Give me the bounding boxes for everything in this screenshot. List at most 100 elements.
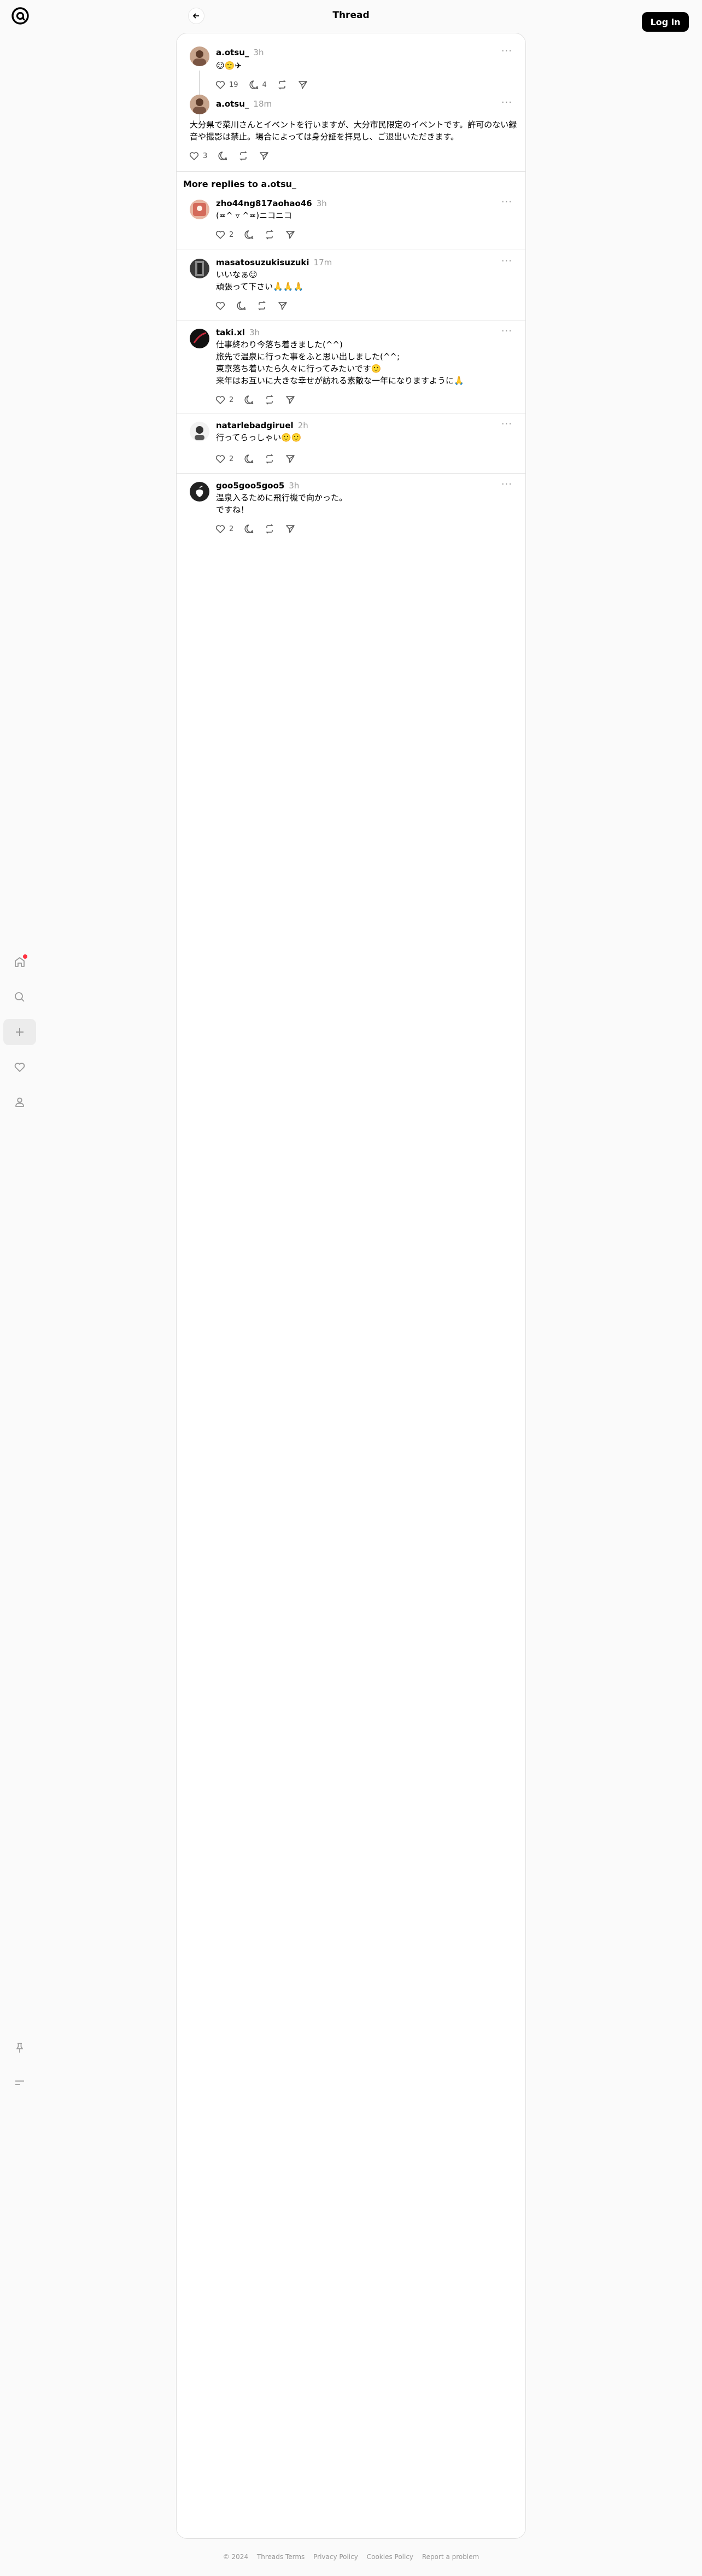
create-icon (16, 1028, 24, 1036)
repost-button[interactable] (264, 229, 275, 240)
top-bar: Thread Log in (0, 0, 702, 33)
like-count: 19 (229, 80, 238, 89)
username[interactable]: masatosuzukisuzuki (216, 258, 309, 267)
heart-icon (215, 455, 225, 463)
comment-icon (249, 80, 258, 89)
search-icon (15, 992, 25, 1002)
repost-button[interactable] (256, 300, 267, 311)
copyright: © 2024 (223, 2553, 249, 2561)
post-actions: 2 (215, 229, 306, 240)
reply-button[interactable] (217, 150, 228, 161)
more-options-icon[interactable]: ··· (501, 97, 512, 108)
footer-link-cookies[interactable]: Cookies Policy (367, 2553, 413, 2561)
more-options-icon[interactable]: ··· (501, 196, 512, 208)
share-button[interactable] (285, 453, 296, 464)
avatar[interactable] (190, 95, 209, 114)
footer-link-privacy[interactable]: Privacy Policy (313, 2553, 358, 2561)
like-button[interactable]: 2 (215, 229, 233, 240)
reply-button[interactable] (243, 229, 254, 240)
send-icon (278, 302, 287, 310)
like-button[interactable]: 2 (215, 453, 233, 464)
nav-search[interactable] (3, 984, 36, 1010)
repost-button[interactable] (277, 79, 288, 90)
post-text: 仕事終わり今落ち着きました(^^) 旅先で温泉に行った事をふと思い出しました(^… (216, 340, 464, 386)
share-button[interactable] (285, 229, 296, 240)
footer-link-terms[interactable]: Threads Terms (257, 2553, 305, 2561)
repost-icon (266, 454, 274, 464)
post-text: (≖^ ▿ ^≖)ニコニコ (216, 211, 292, 220)
username[interactable]: zho44ng817aohao46 (216, 199, 312, 208)
repost-button[interactable] (238, 150, 249, 161)
username[interactable]: natarlebadgiruel (216, 421, 294, 430)
repost-icon (266, 524, 274, 534)
comment-icon (244, 454, 254, 463)
like-count: 3 (203, 151, 208, 160)
reply-button[interactable] (243, 453, 254, 464)
reply-button[interactable] (243, 523, 254, 534)
nav-menu[interactable] (3, 2070, 36, 2096)
username[interactable]: taki.xl (216, 328, 245, 337)
repost-button[interactable] (264, 453, 275, 464)
more-options-icon[interactable]: ··· (501, 255, 512, 267)
share-button[interactable] (277, 300, 288, 311)
reply-button[interactable] (243, 394, 254, 405)
post-actions: 3 (189, 150, 279, 161)
like-button[interactable]: 19 (215, 79, 238, 90)
heart-icon (215, 396, 225, 404)
like-button[interactable]: 3 (189, 150, 207, 161)
reply-button[interactable] (236, 300, 247, 311)
like-button[interactable]: 2 (215, 394, 233, 405)
footer-link-report[interactable]: Report a problem (422, 2553, 479, 2561)
post-actions (215, 300, 298, 311)
nav-activity[interactable] (3, 1054, 36, 1080)
menu-icon (15, 2080, 24, 2085)
activity-heart-icon (14, 1063, 25, 1072)
avatar-photo-icon (190, 46, 209, 66)
more-options-icon[interactable]: ··· (501, 479, 512, 490)
more-options-icon[interactable]: ··· (501, 418, 512, 430)
nav-profile[interactable] (3, 1089, 36, 1115)
heart-icon (215, 302, 225, 310)
nav-pin[interactable] (3, 2035, 36, 2061)
comment-icon (244, 524, 254, 533)
more-options-icon[interactable]: ··· (501, 325, 512, 337)
like-count: 2 (229, 230, 234, 239)
timestamp: 2h (297, 421, 308, 430)
send-icon (286, 396, 295, 404)
repost-button[interactable] (264, 523, 275, 534)
nav-home[interactable] (3, 949, 36, 975)
share-button[interactable] (297, 79, 308, 90)
share-button[interactable] (285, 394, 296, 405)
share-button[interactable] (259, 150, 270, 161)
comment-icon (237, 301, 246, 310)
avatar[interactable] (190, 259, 209, 278)
avatar[interactable] (190, 422, 209, 441)
username[interactable]: a.otsu_ (216, 99, 249, 109)
heart-icon (215, 525, 225, 533)
timestamp: 3h (249, 328, 260, 337)
like-count: 2 (229, 454, 234, 463)
footer: © 2024 Threads Terms Privacy Policy Cook… (0, 2553, 702, 2561)
like-button[interactable] (215, 300, 226, 311)
post-actions: 2 (215, 523, 306, 534)
avatar-photo-icon (190, 95, 209, 114)
repost-button[interactable] (264, 394, 275, 405)
post-header: goo5goo5goo5 3h (216, 481, 299, 491)
avatar[interactable] (190, 46, 209, 66)
post-header: zho44ng817aohao46 3h (216, 199, 327, 208)
username[interactable]: goo5goo5goo5 (216, 481, 284, 491)
login-button[interactable]: Log in (642, 12, 689, 32)
avatar[interactable] (190, 482, 209, 502)
avatar[interactable] (190, 200, 209, 219)
reply-button[interactable]: 4 (248, 79, 267, 90)
username[interactable]: a.otsu_ (216, 48, 249, 57)
like-button[interactable]: 2 (215, 523, 233, 534)
post-text: 温泉入るために飛行機で向かった。 ですね！ (216, 493, 348, 515)
more-options-icon[interactable]: ··· (501, 45, 512, 57)
comment-icon (244, 395, 254, 404)
share-button[interactable] (285, 523, 296, 534)
avatar[interactable] (190, 329, 209, 348)
nav-create[interactable] (3, 1019, 36, 1045)
post-actions: 19 4 (215, 79, 318, 90)
post-header: masatosuzukisuzuki 17m (216, 258, 332, 267)
